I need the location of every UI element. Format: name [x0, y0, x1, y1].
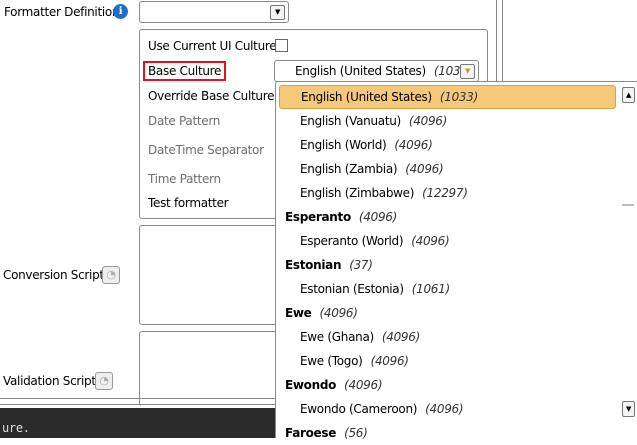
culture-name: Ewe (Ghana) [300, 330, 374, 344]
date-pattern-label: Date Pattern [148, 114, 221, 128]
culture-list-item[interactable]: Faroese (56) [276, 421, 616, 445]
splitter-line [496, 0, 497, 81]
culture-list-item[interactable]: English (World) (4096) [276, 133, 616, 157]
culture-code: (37) [349, 258, 373, 272]
script-editor-icon[interactable]: ◔ [95, 372, 113, 390]
culture-name: Ewondo [285, 378, 337, 392]
datetime-separator-label: DateTime Separator [148, 143, 264, 157]
culture-list-item[interactable]: English (Zambia) (4096) [276, 157, 616, 181]
culture-name: English (Zambia) [300, 162, 398, 176]
chevron-down-icon[interactable]: ▼ [460, 64, 475, 79]
base-culture-label: Base Culture [143, 61, 227, 81]
culture-name: Esperanto [285, 210, 351, 224]
culture-list-item[interactable]: Estonian (37) [276, 253, 616, 277]
culture-list-item[interactable]: English (United States) (1033) [279, 85, 616, 109]
culture-name: Ewe (Togo) [300, 354, 363, 368]
culture-list-item[interactable]: Ewe (4096) [276, 301, 616, 325]
chevron-down-icon[interactable]: ▼ [270, 5, 285, 20]
culture-code: (4096) [381, 330, 420, 344]
culture-name: English (World) [300, 138, 387, 152]
culture-list-item[interactable]: Ewe (Ghana) (4096) [276, 325, 616, 349]
culture-code: (4096) [405, 162, 444, 176]
culture-list-item[interactable]: Estonian (Estonia) (1061) [276, 277, 616, 301]
script-editor-icon[interactable]: ◔ [102, 266, 120, 284]
culture-code: (4096) [358, 210, 398, 224]
validation-script-label: Validation Script [3, 374, 96, 388]
culture-list-item[interactable]: Ewe (Togo) (4096) [276, 349, 616, 373]
culture-code: (4096) [319, 306, 358, 320]
culture-code: (1033) [439, 90, 478, 104]
use-current-ui-culture-checkbox[interactable] [275, 39, 288, 52]
culture-list-item[interactable]: Esperanto (World) (4096) [276, 229, 616, 253]
culture-name: English (Vanuatu) [300, 114, 401, 128]
culture-list-item[interactable]: English (Vanuatu) (4096) [276, 109, 616, 133]
culture-name: Ewe [285, 306, 312, 320]
validation-script-input[interactable] [139, 331, 289, 406]
use-current-ui-culture-label: Use Current UI Culture [148, 39, 277, 53]
scroll-up-button[interactable]: ▲ [622, 87, 635, 103]
culture-code: (12297) [422, 186, 468, 200]
divider [0, 404, 275, 405]
culture-name: English (United States) [301, 90, 432, 104]
culture-name: Estonian (Estonia) [300, 282, 404, 296]
culture-code: (4096) [411, 234, 450, 248]
culture-list-item[interactable]: Ewondo (Cameroon) (4096) [276, 397, 616, 421]
conversion-script-label: Conversion Script [3, 268, 104, 282]
splitter-line [502, 0, 503, 81]
override-base-culture-label: Override Base Culture [148, 89, 275, 103]
time-pattern-label: Time Pattern [148, 172, 221, 186]
culture-name: Ewondo (Cameroon) [300, 402, 418, 416]
conversion-script-input[interactable] [139, 225, 289, 325]
culture-list-item[interactable]: Esperanto (4096) [276, 205, 616, 229]
console-panel: ure. [0, 408, 275, 438]
culture-name: English (Zimbabwe) [300, 186, 415, 200]
culture-dropdown-list[interactable]: ▲ ▼ English (United States) (1033) English… [275, 81, 637, 440]
base-culture-select[interactable]: English (United States) (1033) ▼ [274, 60, 479, 82]
divider [0, 398, 275, 399]
culture-code: (4096) [425, 402, 464, 416]
culture-name: Estonian [285, 258, 342, 272]
culture-code: (4096) [370, 354, 409, 368]
test-formatter-label: Test formatter [148, 196, 229, 210]
culture-name: Esperanto (World) [300, 234, 404, 248]
formatter-definition-select[interactable]: ▼ [139, 1, 289, 23]
culture-list-item[interactable]: Ewondo (4096) [276, 373, 616, 397]
culture-code: (4096) [394, 138, 433, 152]
scrollbar-thumb[interactable] [622, 204, 634, 206]
culture-list-item[interactable]: English (Zimbabwe) (12297) [276, 181, 616, 205]
culture-code: (1061) [411, 282, 450, 296]
scroll-down-button[interactable]: ▼ [622, 401, 635, 417]
formatter-definition-label: Formatter Definition [4, 5, 120, 19]
culture-code: (4096) [408, 114, 448, 128]
culture-code: (4096) [344, 378, 383, 392]
info-icon[interactable]: i [113, 4, 128, 19]
